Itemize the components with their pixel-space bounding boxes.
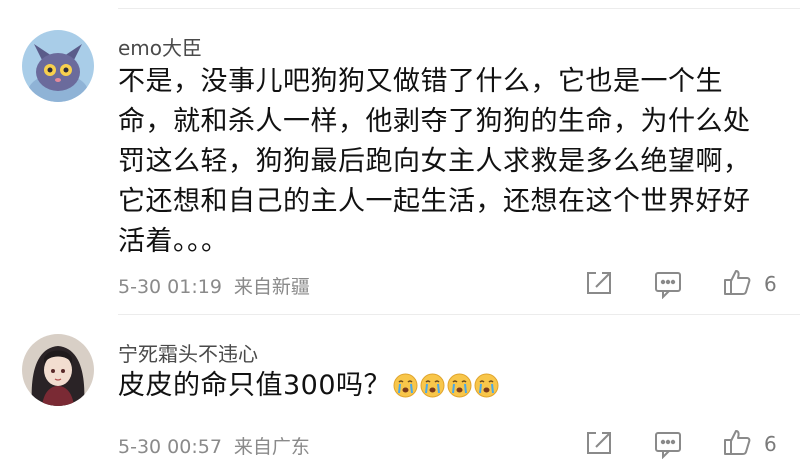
crying-emoji-icon [393,370,418,398]
crying-emoji-icon [420,370,445,398]
username[interactable]: 宁死霜头不违心 [118,338,258,367]
thumbs-up-icon[interactable] [722,427,752,457]
comment-text-body: 皮皮的命只值300吗？ [118,370,392,401]
comment-icon[interactable] [653,269,683,299]
comment-text: 不是，没事儿吧狗狗又做错了什么，它也是一个生命，就和杀人一样，他剥夺了狗狗的生命… [118,66,751,257]
like-count: 6 [764,272,777,296]
crying-emoji-icon [474,370,499,398]
location: 来自新疆 [233,276,310,298]
divider [118,8,800,9]
thumbs-up-icon[interactable] [722,267,752,297]
anime-girl-avatar-icon[interactable] [22,334,94,406]
username[interactable]: emo大臣 [118,32,202,61]
location: 来自广东 [233,436,310,458]
like-count: 6 [764,432,777,456]
timestamp: 5-30 01:19 [118,276,222,298]
divider [118,314,800,315]
comment-icon[interactable] [653,429,683,459]
comment-meta: 5-30 00:57 来自广东 [118,432,310,459]
cat-avatar-icon[interactable] [22,30,94,102]
comment-meta: 5-30 01:19 来自新疆 [118,272,310,299]
comment-text: 皮皮的命只值300吗？ [118,366,768,406]
timestamp: 5-30 00:57 [118,436,222,458]
share-icon[interactable] [584,429,614,459]
share-icon[interactable] [584,269,614,299]
crying-emoji-icon [447,370,472,398]
